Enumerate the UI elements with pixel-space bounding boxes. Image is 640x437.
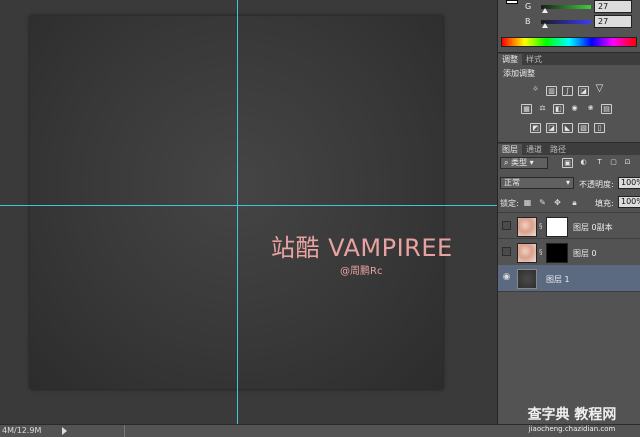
color-balance-icon[interactable]: ⚖ xyxy=(537,104,548,114)
posterize-icon[interactable]: ◪ xyxy=(546,123,557,133)
g-track[interactable] xyxy=(541,5,591,9)
filter-pixel-icon[interactable]: ▣ xyxy=(562,158,573,168)
filter-kind-label: 类型 xyxy=(511,158,528,167)
horizontal-guide[interactable] xyxy=(0,205,497,206)
eye-icon[interactable]: ◉ xyxy=(501,273,512,282)
layer-thumbnail xyxy=(517,243,537,263)
layers-tabbar: 图层 通道 路径 xyxy=(498,142,640,156)
layer-name[interactable]: 图层 0 xyxy=(573,248,597,259)
watermark: 查字典 教程网 jiaocheng.chazidian.com xyxy=(506,406,638,437)
channel-label: G xyxy=(525,2,532,11)
search-icon: ⌕ xyxy=(504,158,512,167)
color-spectrum-ramp[interactable] xyxy=(501,37,637,47)
layer-thumbnail xyxy=(517,217,537,237)
opacity-label: 不透明度: xyxy=(579,180,614,189)
lock-transparent-icon[interactable]: ▦ xyxy=(523,198,532,207)
layer-filter-select[interactable]: ⌕ 类型 ▾ xyxy=(500,157,548,169)
color-slider-b[interactable]: B 27 xyxy=(501,15,640,29)
tab-adjustments[interactable]: 调整 xyxy=(498,54,522,66)
color-slider-g[interactable]: G 27 xyxy=(501,0,640,14)
vertical-guide[interactable] xyxy=(237,0,238,424)
canvas-title-text: 站酷 VAMPIREE xyxy=(271,234,453,262)
layer-name[interactable]: 图层 1 xyxy=(546,274,570,285)
layer-row[interactable]: § 图层 0副本 xyxy=(498,212,640,239)
vibrance-icon[interactable]: ▽ xyxy=(594,84,605,95)
canvas-workspace[interactable]: 站酷 VAMPIREE @周鹏Rc xyxy=(0,0,497,424)
layer-name[interactable]: 图层 0副本 xyxy=(573,222,613,233)
color-lookup-icon[interactable]: ▤ xyxy=(601,104,612,114)
link-icon[interactable]: § xyxy=(539,248,543,257)
channel-label: B xyxy=(525,17,531,26)
b-value-input[interactable]: 27 xyxy=(594,15,632,28)
watermark-line1: 查字典 教程网 xyxy=(527,407,617,423)
layer-thumbnail xyxy=(517,269,537,289)
exposure-icon[interactable]: ◪ xyxy=(578,86,589,96)
gradient-map-icon[interactable]: ▯ xyxy=(594,123,605,133)
tab-styles[interactable]: 样式 xyxy=(522,54,546,66)
layer-mask-thumbnail[interactable] xyxy=(546,243,568,263)
opacity-input[interactable]: 100% xyxy=(618,177,640,189)
adjustments-tabbar: 调整 样式 xyxy=(498,52,640,66)
link-icon[interactable]: § xyxy=(539,222,543,231)
layer-row[interactable]: § 图层 0 xyxy=(498,239,640,266)
b-thumb[interactable] xyxy=(542,23,548,28)
hue-saturation-icon[interactable]: ▦ xyxy=(521,104,532,114)
b-track[interactable] xyxy=(541,20,591,24)
add-adjustment-label: 添加调整 xyxy=(503,69,535,78)
canvas-subtitle-text: @周鹏Rc xyxy=(340,266,383,277)
g-value-input[interactable]: 27 xyxy=(594,0,632,13)
visibility-toggle[interactable] xyxy=(502,247,511,256)
invert-icon[interactable]: ◩ xyxy=(530,123,541,133)
channel-mixer-icon[interactable]: ❀ xyxy=(585,104,596,114)
visibility-toggle[interactable] xyxy=(502,221,511,230)
layer-row[interactable]: ◉ 图层 1 xyxy=(498,265,640,292)
blend-mode-select[interactable]: 正常 ▾ xyxy=(500,177,574,189)
fill-input[interactable]: 100% xyxy=(618,196,640,208)
tab-paths[interactable]: 路径 xyxy=(546,144,570,156)
fill-label: 填充: xyxy=(595,199,614,208)
right-panel-dock: G 27 B 27 调整 样式 添加调整 ☼ ▥ ∫ ◪ ▽ ▦ ⚖ ◧ ◉ ❀… xyxy=(497,0,640,424)
filter-type-icon[interactable]: T xyxy=(594,158,605,168)
lock-position-icon[interactable]: ✥ xyxy=(553,198,562,207)
status-divider xyxy=(70,425,125,437)
filter-shape-icon[interactable]: ▢ xyxy=(608,158,619,168)
brightness-icon[interactable]: ☼ xyxy=(530,85,541,95)
levels-icon[interactable]: ▥ xyxy=(546,86,557,96)
black-white-icon[interactable]: ◧ xyxy=(553,104,564,114)
status-menu-arrow-icon[interactable] xyxy=(62,427,67,435)
g-thumb[interactable] xyxy=(542,8,548,13)
document-size-readout: 4M/12.9M xyxy=(2,426,42,435)
chevron-down-icon: ▾ xyxy=(565,178,570,187)
filter-smart-object-icon[interactable]: ⊡ xyxy=(622,158,633,168)
photo-filter-icon[interactable]: ◉ xyxy=(569,104,580,114)
tab-channels[interactable]: 通道 xyxy=(522,144,546,156)
blend-mode-value: 正常 xyxy=(504,178,520,187)
watermark-line2: jiaocheng.chazidian.com xyxy=(528,425,616,433)
curves-icon[interactable]: ∫ xyxy=(562,86,573,96)
threshold-icon[interactable]: ◣ xyxy=(562,123,573,133)
lock-label: 锁定: xyxy=(500,199,519,208)
lock-all-icon[interactable]: 🔒︎ xyxy=(570,198,579,207)
tab-layers[interactable]: 图层 xyxy=(498,144,522,156)
layer-mask-thumbnail[interactable] xyxy=(546,217,568,237)
chevron-down-icon: ▾ xyxy=(527,158,534,167)
lock-brush-icon[interactable]: ✎ xyxy=(538,198,547,207)
selective-color-icon[interactable]: ▧ xyxy=(578,123,589,133)
filter-adjustment-icon[interactable]: ◐ xyxy=(578,158,589,168)
